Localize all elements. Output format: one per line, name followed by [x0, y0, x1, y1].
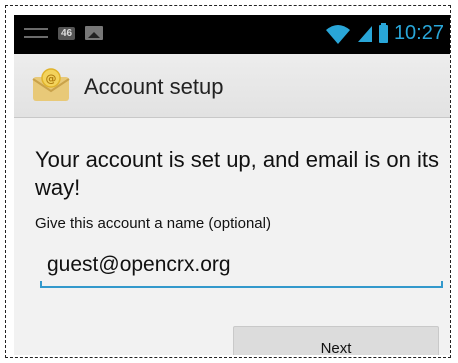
status-bar-system: 10:27	[325, 22, 444, 45]
status-time: 10:27	[393, 22, 444, 44]
page-title: Account setup	[84, 74, 224, 99]
battery-icon	[378, 22, 388, 43]
phone-screen: 46 10:27 @ Account setup Your account is…	[14, 15, 450, 355]
usb-icon	[24, 28, 48, 38]
wifi-icon	[325, 24, 350, 44]
input-underline-right-cap	[441, 281, 443, 287]
signal-icon	[357, 25, 372, 42]
account-name-input[interactable]	[40, 243, 443, 287]
status-bar-notifications: 46	[24, 26, 104, 40]
input-underline-left-cap	[40, 281, 42, 287]
image-icon	[85, 26, 104, 40]
email-envelope-icon: @	[32, 68, 70, 101]
action-bar: @ Account setup	[14, 54, 450, 118]
next-button-label: Next	[320, 339, 352, 356]
svg-text:@: @	[46, 72, 57, 85]
account-name-label: Give this account a name (optional)	[35, 215, 271, 232]
status-bar: 46 10:27	[14, 15, 450, 54]
input-underline	[40, 286, 443, 288]
next-button[interactable]: Next	[233, 326, 439, 355]
setup-complete-message: Your account is set up, and email is on …	[35, 147, 439, 200]
notification-badge: 46	[58, 26, 76, 40]
